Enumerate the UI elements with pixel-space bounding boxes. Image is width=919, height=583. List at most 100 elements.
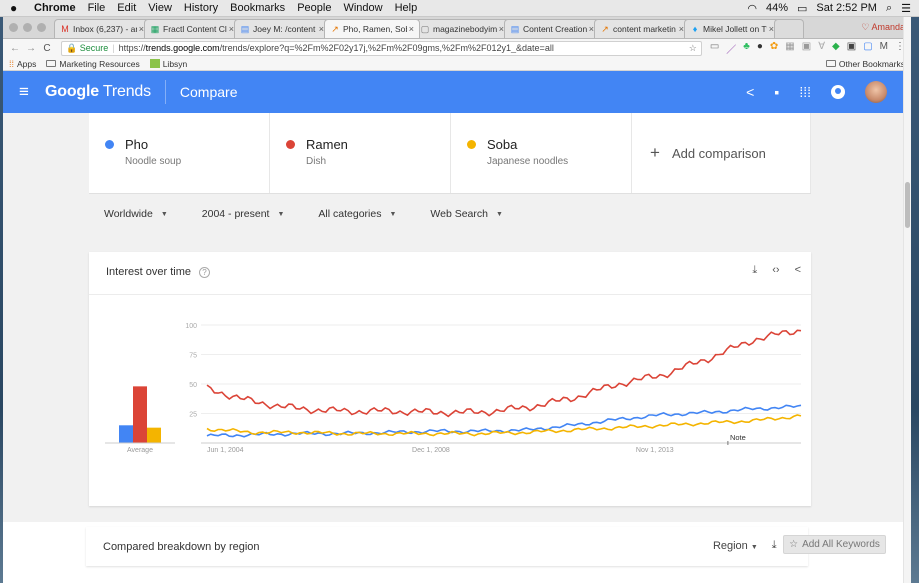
download-icon[interactable]: ⤓ bbox=[772, 539, 777, 552]
filter-extension-icon[interactable]: ∀ bbox=[818, 41, 825, 56]
evernote-icon[interactable]: ♣ bbox=[743, 41, 750, 56]
share-icon[interactable]: < bbox=[795, 264, 801, 277]
browser-tab[interactable]: ↗ content marketin × bbox=[594, 19, 690, 38]
bookmark-libsyn[interactable]: Libsyn bbox=[149, 58, 188, 69]
bookmark-other[interactable]: Other Bookmarks bbox=[825, 59, 905, 69]
tab-list: M Inbox (6,237) - ar × ▦ Fractl Content Cl × ▤… bbox=[54, 19, 780, 38]
browser-tab[interactable]: ▢ magazinebodyim × bbox=[414, 19, 510, 38]
interest-over-time-card: Interest over time ? ⤓ ‹› < 25 50 75 100 Jun… bbox=[89, 252, 811, 506]
url-text[interactable]: https://trends.google.com/trends/explore… bbox=[119, 43, 689, 53]
browser-tab[interactable]: ▤ Joey M: /content × bbox=[234, 19, 330, 38]
region-selector[interactable]: Region ▼ bbox=[713, 540, 758, 552]
time-filter[interactable]: 2004 - present ▼ bbox=[202, 208, 285, 220]
browser-tab[interactable]: M Inbox (6,237) - ar × bbox=[54, 19, 150, 38]
header-actions: < ▪ ⁞⁞⁞ bbox=[746, 81, 911, 103]
feedback-icon[interactable]: ▪ bbox=[774, 84, 779, 100]
trends-header: ≡ Google Trends Compare < ▪ ⁞⁞⁞ bbox=[3, 71, 911, 113]
notifications-icon[interactable]: ☰ bbox=[901, 2, 911, 15]
share-icon[interactable]: < bbox=[746, 84, 754, 100]
battery-icon[interactable]: ▭ bbox=[797, 2, 807, 15]
menu-bookmarks[interactable]: Bookmarks bbox=[230, 2, 285, 14]
tab-label: Content Creation bbox=[523, 24, 587, 34]
browser-tab[interactable]: ▤ Content Creation × bbox=[504, 19, 600, 38]
term-ramen[interactable]: Ramen Dish bbox=[270, 113, 451, 193]
embed-icon[interactable]: ‹› bbox=[772, 264, 779, 277]
y-tick-label: 75 bbox=[189, 353, 197, 360]
color-picker-icon[interactable]: ✿ bbox=[770, 41, 778, 56]
forward-icon[interactable]: → bbox=[25, 43, 37, 54]
download-icon[interactable]: ⤓ bbox=[752, 264, 757, 277]
category-filter[interactable]: All categories ▼ bbox=[318, 208, 396, 220]
menu-chrome[interactable]: Chrome bbox=[34, 2, 76, 14]
bookmark-libsyn-label: Libsyn bbox=[162, 58, 188, 69]
search-type-filter[interactable]: Web Search ▼ bbox=[430, 208, 503, 220]
docs-icon: ▤ bbox=[240, 23, 250, 34]
add-comparison-button[interactable]: + Add comparison bbox=[632, 113, 811, 193]
avatar[interactable] bbox=[865, 81, 887, 103]
region-filter[interactable]: Worldwide ▼ bbox=[104, 208, 168, 220]
profile-name: Amanda bbox=[871, 22, 905, 32]
average-bar-ramen bbox=[133, 386, 147, 443]
add-comparison-label: Add comparison bbox=[671, 145, 766, 161]
pocket-icon[interactable]: ▣ bbox=[802, 41, 811, 56]
secure-label: Secure bbox=[79, 42, 109, 53]
term-pho[interactable]: Pho Noodle soup bbox=[89, 113, 270, 193]
screenshot-icon[interactable]: ▢ bbox=[863, 41, 872, 56]
clock[interactable]: Sat 2:52 PM bbox=[816, 2, 877, 14]
account-icon[interactable] bbox=[831, 85, 845, 99]
bookmark-star-icon[interactable]: ☆ bbox=[689, 43, 697, 54]
region-breakdown-card: Compared breakdown by region Region ▼ ⤓ … bbox=[86, 527, 808, 566]
extension-dot-icon[interactable]: ● bbox=[757, 41, 763, 56]
gmail-extension-icon[interactable]: M bbox=[880, 41, 888, 56]
apps-icon[interactable]: ⁞⁞⁞ bbox=[799, 84, 811, 100]
star-icon: ☆ bbox=[789, 539, 799, 550]
bookmark-marketing-resources[interactable]: Marketing Resources bbox=[46, 59, 140, 69]
menu-people[interactable]: People bbox=[297, 2, 331, 14]
main-content: Pho Noodle soup Ramen Dish Soba Japanese… bbox=[3, 113, 911, 522]
close-window-icon[interactable] bbox=[9, 23, 18, 32]
chart-container: 25 50 75 100 Jun 1, 2004 Dec 1, 2008 Nov 1, 20… bbox=[89, 295, 811, 506]
new-tab-button[interactable] bbox=[774, 19, 804, 38]
menu-file[interactable]: File bbox=[88, 2, 106, 14]
feedly-icon[interactable]: ◆ bbox=[832, 41, 840, 56]
scrollbar-thumb[interactable] bbox=[905, 182, 910, 228]
search-terms: Pho Noodle soup Ramen Dish Soba Japanese… bbox=[89, 113, 811, 194]
address-bar[interactable]: 🔒 Secure | https://trends.google.com/tre… bbox=[61, 40, 702, 56]
series-line-ramen bbox=[206, 329, 802, 418]
card-actions: ⤓ ‹› < bbox=[752, 264, 801, 277]
term-soba[interactable]: Soba Japanese noodles bbox=[451, 113, 632, 193]
help-icon[interactable]: ? bbox=[198, 266, 210, 278]
google-trends-logo[interactable]: Google Trends bbox=[45, 83, 151, 101]
add-all-keywords-button[interactable]: ☆ Add All Keywords bbox=[783, 535, 886, 554]
grid-extension-icon[interactable]: ▦ bbox=[785, 41, 794, 56]
x-tick-label: Nov 1, 2013 bbox=[636, 447, 674, 454]
browser-tab[interactable]: ↗ Pho, Ramen, Sob × bbox=[324, 19, 420, 38]
cast-icon[interactable]: ▭ bbox=[710, 41, 719, 56]
menu-help[interactable]: Help bbox=[395, 2, 418, 14]
average-bar-soba bbox=[147, 427, 161, 443]
spotlight-icon[interactable]: ⌕ bbox=[886, 2, 892, 15]
card-title-text: Interest over time bbox=[106, 266, 191, 278]
back-icon[interactable]: ← bbox=[9, 43, 21, 54]
pen-extension-icon[interactable]: ／ bbox=[726, 41, 736, 56]
menu-edit[interactable]: Edit bbox=[117, 2, 136, 14]
reload-icon[interactable]: C bbox=[41, 43, 53, 54]
browser-tab[interactable]: ♦ Mikel Jollett on Tv × bbox=[684, 19, 780, 38]
close-tab-icon[interactable]: × bbox=[409, 24, 414, 34]
menu-icon[interactable]: ≡ bbox=[3, 82, 45, 102]
page-scrollbar[interactable] bbox=[903, 17, 911, 583]
buffer-icon[interactable]: ▣ bbox=[847, 41, 856, 56]
wifi-icon[interactable]: ◠ bbox=[747, 2, 757, 15]
secure-lock-icon[interactable]: 🔒 Secure bbox=[66, 43, 108, 54]
term-color-dot bbox=[467, 140, 476, 149]
zoom-window-icon[interactable] bbox=[37, 23, 46, 32]
bookmark-apps[interactable]: ⁞⁞ Apps bbox=[9, 59, 36, 69]
minimize-window-icon[interactable] bbox=[23, 23, 32, 32]
menu-view[interactable]: View bbox=[148, 2, 172, 14]
browser-tab[interactable]: ▦ Fractl Content Cl × bbox=[144, 19, 240, 38]
page-icon: ▢ bbox=[420, 23, 430, 34]
gmail-icon: M bbox=[61, 24, 69, 34]
menu-window[interactable]: Window bbox=[343, 2, 382, 14]
menu-history[interactable]: History bbox=[184, 2, 218, 14]
apple-icon[interactable]: ● bbox=[10, 1, 24, 15]
